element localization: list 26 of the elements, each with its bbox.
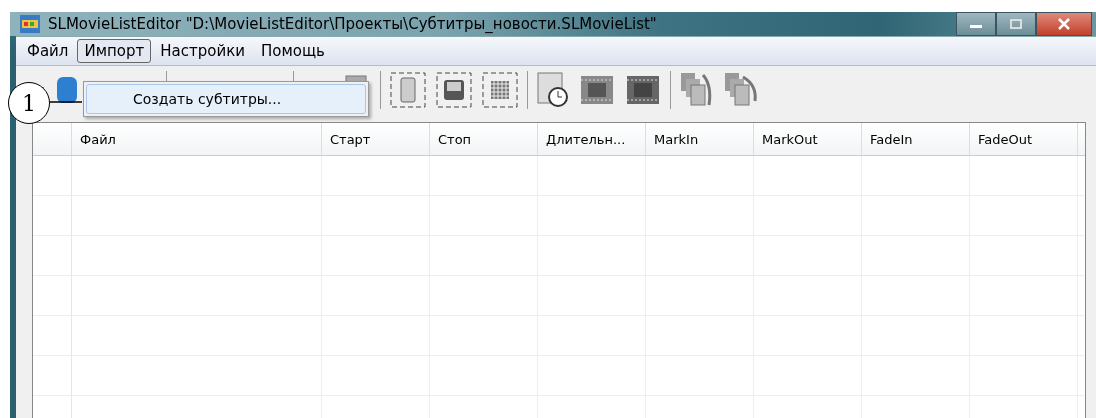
clock-list-icon: [536, 71, 570, 109]
leader-line: [50, 100, 82, 104]
app-icon: [20, 15, 40, 33]
column-header[interactable]: FadeIn: [862, 123, 970, 155]
menu-item[interactable]: Создать субтитры...: [86, 84, 366, 114]
column-header[interactable]: Стоп: [430, 123, 538, 155]
column-header[interactable]: Файл: [72, 123, 322, 155]
column-header[interactable]: FadeOut: [970, 123, 1078, 155]
maximize-icon: [1009, 19, 1023, 29]
list-frame-icon: [389, 71, 427, 109]
menu-item[interactable]: Помощь: [253, 39, 332, 63]
column-header[interactable]: Старт: [322, 123, 430, 155]
menu-item[interactable]: Импорт: [77, 39, 152, 63]
image-frame-icon: [435, 71, 473, 109]
column-header[interactable]: MarkIn: [646, 123, 754, 155]
close-button[interactable]: [1036, 12, 1092, 36]
minimize-button[interactable]: [956, 12, 996, 36]
menu-item[interactable]: Настройки: [153, 39, 252, 63]
column-header[interactable]: Длительн...: [538, 123, 646, 155]
checker-frame-icon: [481, 71, 519, 109]
copy-back-icon: [723, 71, 759, 109]
menu-item[interactable]: Файл: [20, 39, 76, 63]
maximize-button[interactable]: [996, 12, 1036, 36]
window-title: SLMovieListEditor "D:\MovieListEditor\Проекты\Субтитры_новости.SLMovieList": [48, 15, 657, 33]
close-icon: [1057, 18, 1071, 30]
column-header[interactable]: MarkOut: [754, 123, 862, 155]
